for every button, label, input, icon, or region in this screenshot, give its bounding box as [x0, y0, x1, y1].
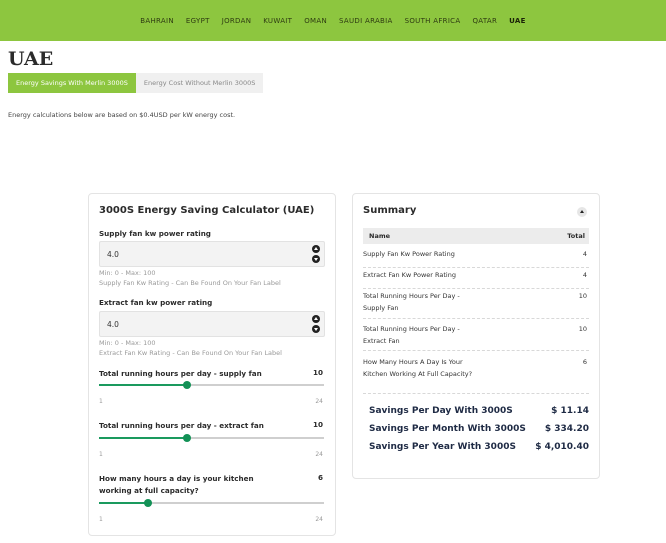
savings-name: Savings Per Year With 3000S [369, 442, 516, 452]
nav-item-jordan[interactable]: JORDAN [216, 17, 258, 25]
extract-hours-label: Total running hours per day - extract fa… [99, 421, 264, 430]
summary-row: Extract Fan Kw Power Rating 4 [363, 269, 589, 289]
extract-fan-input[interactable]: 4.0 [99, 311, 325, 337]
energy-cost-note: Energy calculations below are based on $… [8, 111, 236, 119]
extract-fan-help: Extract Fan Kw Rating - Can Be Found On … [99, 349, 282, 357]
extract-hours-value: 10 [312, 420, 323, 429]
supply-hours-max: 24 [315, 398, 323, 405]
summary-row-value: 4 [582, 271, 587, 279]
extract-hours-max: 24 [315, 451, 323, 458]
summary-row: Total Running Hours Per Day - Supply Fan… [363, 290, 589, 319]
tab-bar: Energy Savings With Merlin 3000S Energy … [8, 73, 264, 93]
extract-fan-decrement-icon[interactable] [312, 325, 320, 333]
summary-head-name: Name [369, 232, 391, 240]
savings-value: $ 11.14 [551, 406, 589, 416]
summary-title: Summary [363, 205, 417, 216]
savings-value: $ 334.20 [544, 424, 589, 434]
supply-fan-range-hint: Min: 0 - Max: 100 [99, 269, 156, 277]
slider-thumb[interactable] [183, 381, 192, 389]
page-title: UAE [8, 48, 54, 70]
slider-fill [99, 502, 148, 504]
full-capacity-value: 6 [317, 473, 323, 482]
extract-fan-value: 4.0 [107, 320, 119, 329]
extract-hours-slider[interactable] [99, 434, 324, 442]
nav-item-oman[interactable]: OMAN [298, 17, 333, 25]
supply-fan-help: Supply Fan Kw Rating - Can Be Found On Y… [99, 279, 281, 287]
summary-row-value: 6 [582, 358, 587, 366]
savings-name: Savings Per Month With 3000S [369, 424, 526, 434]
tab-energy-savings[interactable]: Energy Savings With Merlin 3000S [8, 73, 136, 93]
supply-hours-min: 1 [99, 398, 103, 405]
slider-thumb[interactable] [183, 434, 192, 442]
slider-fill [99, 384, 188, 386]
nav-item-bahrain[interactable]: BAHRAIN [134, 17, 180, 25]
summary-panel: Summary Name Total Supply Fan Kw Power R… [352, 193, 600, 479]
supply-hours-value: 10 [312, 368, 323, 377]
supply-fan-value: 4.0 [107, 250, 119, 259]
calculator-panel: 3000S Energy Saving Calculator (UAE) Sup… [88, 193, 336, 536]
summary-row-value: 4 [582, 250, 587, 258]
savings-name: Savings Per Day With 3000S [369, 406, 513, 416]
summary-head-total: Total [567, 232, 585, 240]
full-capacity-max: 24 [315, 516, 323, 523]
slider-fill [99, 437, 188, 439]
nav-item-saudi-arabia[interactable]: SAUDI ARABIA [333, 17, 399, 25]
nav-item-egypt[interactable]: EGYPT [180, 17, 216, 25]
calculator-title: 3000S Energy Saving Calculator (UAE) [99, 205, 315, 216]
summary-row-name: How Many Hours A Day Is Your Kitchen Wor… [363, 358, 473, 378]
supply-fan-label: Supply fan kw power rating [99, 229, 211, 238]
tab-energy-cost[interactable]: Energy Cost Without Merlin 3000S [135, 73, 264, 93]
supply-fan-increment-icon[interactable] [312, 245, 320, 253]
supply-fan-input[interactable]: 4.0 [99, 241, 325, 267]
savings-value: $ 4,010.40 [535, 442, 589, 452]
extract-hours-min: 1 [99, 451, 103, 458]
summary-row-name: Supply Fan Kw Power Rating [363, 250, 455, 258]
summary-row-name: Extract Fan Kw Power Rating [363, 271, 456, 279]
supply-hours-label: Total running hours per day - supply fan [99, 369, 262, 378]
full-capacity-label: How many hours a day is your kitchen wor… [99, 474, 254, 495]
extract-fan-increment-icon[interactable] [312, 315, 320, 323]
extract-fan-range-hint: Min: 0 - Max: 100 [99, 339, 156, 347]
slider-thumb[interactable] [143, 499, 152, 507]
full-capacity-min: 1 [99, 516, 103, 523]
nav-item-qatar[interactable]: QATAR [466, 17, 503, 25]
summary-row: Total Running Hours Per Day - Extract Fa… [363, 323, 589, 351]
summary-row: How Many Hours A Day Is Your Kitchen Wor… [363, 356, 589, 394]
summary-row-name: Total Running Hours Per Day - Supply Fan [363, 292, 460, 312]
chevron-up-icon[interactable] [577, 207, 587, 217]
nav-item-south-africa[interactable]: SOUTH AFRICA [399, 17, 467, 25]
nav-item-kuwait[interactable]: KUWAIT [257, 17, 298, 25]
supply-fan-decrement-icon[interactable] [312, 255, 320, 263]
summary-row-value: 10 [578, 292, 587, 300]
summary-table-header: Name Total [363, 228, 589, 244]
summary-row-value: 10 [578, 325, 587, 333]
full-capacity-slider[interactable] [99, 499, 324, 507]
summary-row: Supply Fan Kw Power Rating 4 [363, 248, 589, 268]
nav-item-uae[interactable]: UAE [503, 17, 532, 25]
country-nav: BAHRAIN EGYPT JORDAN KUWAIT OMAN SAUDI A… [0, 0, 666, 41]
summary-row-name: Total Running Hours Per Day - Extract Fa… [363, 325, 460, 345]
extract-fan-label: Extract fan kw power rating [99, 298, 213, 307]
supply-hours-slider[interactable] [99, 381, 324, 389]
